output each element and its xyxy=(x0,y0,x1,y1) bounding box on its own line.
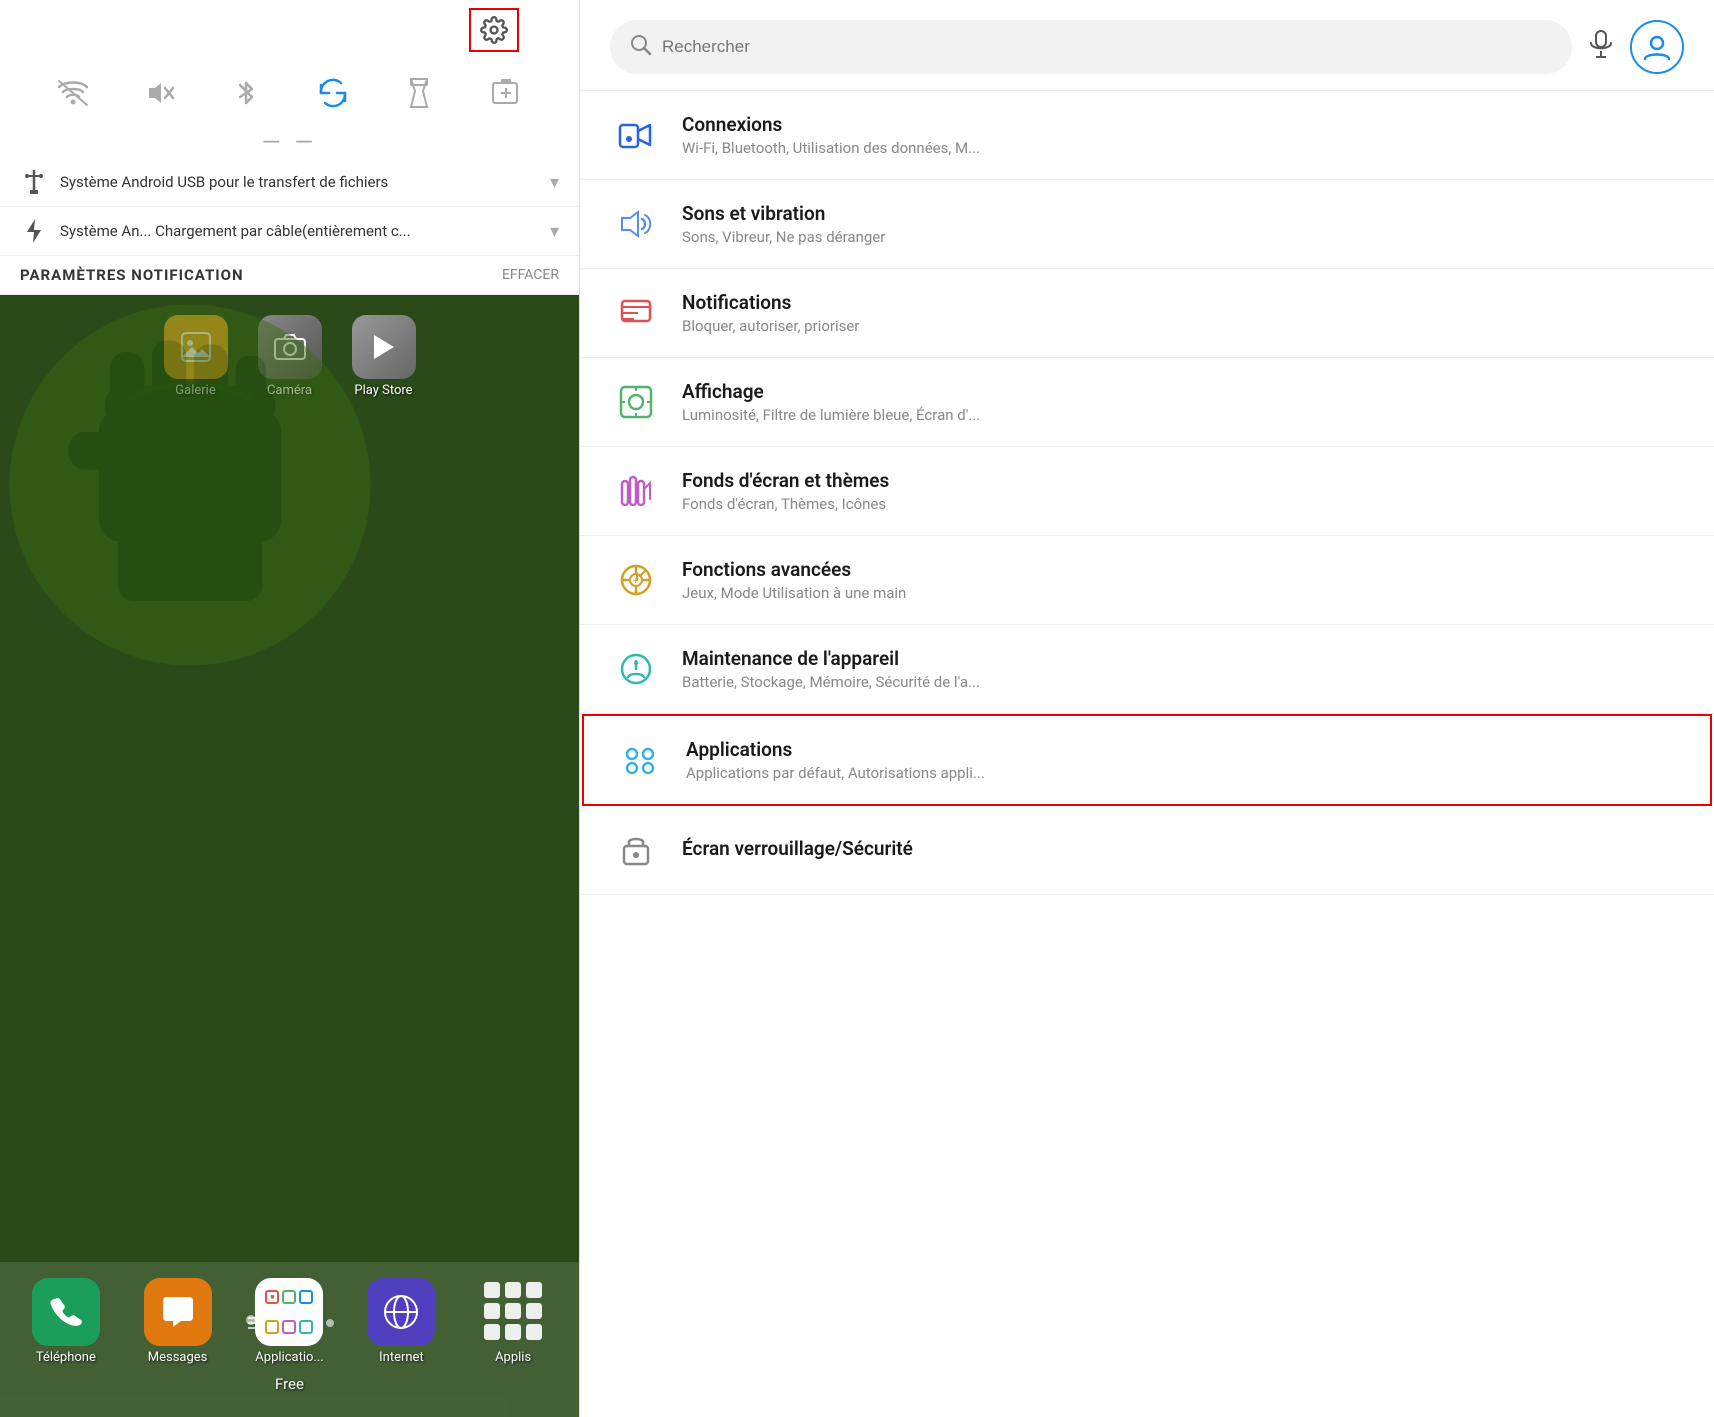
affichage-title: Affichage xyxy=(682,380,1684,403)
notifications-title: Notifications xyxy=(682,291,1684,314)
fonds-title: Fonds d'écran et thèmes xyxy=(682,469,1684,492)
internet-app[interactable]: Internet xyxy=(367,1278,435,1365)
charging-notif-arrow: ▾ xyxy=(550,221,559,242)
notifications-text: Notifications Bloquer, autoriser, priori… xyxy=(682,291,1684,335)
notif-header-title: PARAMÈTRES NOTIFICATION xyxy=(20,266,244,284)
charging-notif-text: Système An... Chargement par câble(entiè… xyxy=(60,222,550,240)
telephone-icon xyxy=(32,1278,100,1346)
applications-icon: ■ xyxy=(255,1278,323,1346)
sons-subtitle: Sons, Vibreur, Ne pas déranger xyxy=(682,228,1684,246)
maintenance-subtitle: Batterie, Stockage, Mémoire, Sécurité de… xyxy=(682,673,1684,691)
search-box[interactable] xyxy=(610,20,1572,74)
settings-item-maintenance[interactable]: Maintenance de l'appareil Batterie, Stoc… xyxy=(580,625,1714,714)
mic-button[interactable] xyxy=(1588,29,1614,65)
affichage-subtitle: Luminosité, Filtre de lumière bleue, Écr… xyxy=(682,406,1684,424)
settings-item-affichage[interactable]: Affichage Luminosité, Filtre de lumière … xyxy=(580,358,1714,447)
usb-notif-text: Système Android USB pour le transfert de… xyxy=(60,173,550,191)
settings-item-fonds[interactable]: Fonds d'écran et thèmes Fonds d'écran, T… xyxy=(580,447,1714,536)
avatar-button[interactable] xyxy=(1630,20,1684,74)
applicatio-label: Applicatio... xyxy=(255,1350,323,1365)
left-panel: — — Système Android USB pour le transfer… xyxy=(0,0,580,1417)
dock-row: Téléphone Messages ■ xyxy=(10,1272,569,1371)
search-input[interactable] xyxy=(662,37,1552,57)
ecran-title: Écran verrouillage/Sécurité xyxy=(682,837,1684,860)
wifi-icon[interactable] xyxy=(48,68,98,118)
fonds-subtitle: Fonds d'écran, Thèmes, Icônes xyxy=(682,495,1684,513)
internet-label: Internet xyxy=(379,1350,424,1365)
flashlight-icon[interactable] xyxy=(394,68,444,118)
notifications-icon-wrap xyxy=(610,287,662,339)
applications-title: Applications xyxy=(686,738,1680,761)
settings-list: Connexions Wi-Fi, Bluetooth, Utilisation… xyxy=(580,91,1714,1417)
settings-item-ecran[interactable]: Écran verrouillage/Sécurité xyxy=(580,806,1714,895)
ecran-text: Écran verrouillage/Sécurité xyxy=(682,837,1684,863)
fonds-text: Fonds d'écran et thèmes Fonds d'écran, T… xyxy=(682,469,1684,513)
ecran-icon-wrap xyxy=(610,824,662,876)
connexions-subtitle: Wi-Fi, Bluetooth, Utilisation des donnée… xyxy=(682,139,1684,157)
usb-icon xyxy=(20,168,48,196)
connexions-text: Connexions Wi-Fi, Bluetooth, Utilisation… xyxy=(682,113,1684,157)
fonctions-subtitle: Jeux, Mode Utilisation à une main xyxy=(682,584,1684,602)
applications-app[interactable]: ■ Applicatio... xyxy=(255,1278,323,1365)
usb-notification[interactable]: Système Android USB pour le transfert de… xyxy=(0,158,579,207)
connexions-title: Connexions xyxy=(682,113,1684,136)
fonctions-text: Fonctions avancées Jeux, Mode Utilisatio… xyxy=(682,558,1684,602)
affichage-text: Affichage Luminosité, Filtre de lumière … xyxy=(682,380,1684,424)
phone-dock: Téléphone Messages ■ xyxy=(0,1262,579,1417)
notifications-subtitle: Bloquer, autoriser, prioriser xyxy=(682,317,1684,335)
phone-home: Galerie Caméra Play Stor xyxy=(0,295,579,1417)
notif-header: PARAMÈTRES NOTIFICATION EFFACER xyxy=(0,256,579,295)
settings-item-connexions[interactable]: Connexions Wi-Fi, Bluetooth, Utilisation… xyxy=(580,91,1714,180)
messages-label: Messages xyxy=(148,1350,208,1365)
clear-button[interactable]: EFFACER xyxy=(502,267,559,283)
right-panel: Connexions Wi-Fi, Bluetooth, Utilisation… xyxy=(580,0,1714,1417)
search-bar-row xyxy=(580,0,1714,91)
messages-app[interactable]: Messages xyxy=(144,1278,212,1365)
telephone-app[interactable]: Téléphone xyxy=(32,1278,100,1365)
wallpaper-fist xyxy=(0,295,380,675)
connexions-icon-wrap xyxy=(610,109,662,161)
settings-item-applications[interactable]: Applications Applications par défaut, Au… xyxy=(582,714,1712,806)
maintenance-text: Maintenance de l'appareil Batterie, Stoc… xyxy=(682,647,1684,691)
settings-item-sons[interactable]: Sons et vibration Sons, Vibreur, Ne pas … xyxy=(580,180,1714,269)
status-bar xyxy=(0,0,579,60)
sons-text: Sons et vibration Sons, Vibreur, Ne pas … xyxy=(682,202,1684,246)
fonds-icon-wrap xyxy=(610,465,662,517)
maintenance-icon-wrap xyxy=(610,643,662,695)
applications-text: Applications Applications par défaut, Au… xyxy=(686,738,1680,782)
battery-save-icon[interactable] xyxy=(481,68,531,118)
fonctions-icon-wrap: + xyxy=(610,554,662,606)
sons-title: Sons et vibration xyxy=(682,202,1684,225)
sync-icon[interactable] xyxy=(308,68,358,118)
charging-notification[interactable]: Système An... Chargement par câble(entiè… xyxy=(0,207,579,256)
applis-icon xyxy=(479,1278,547,1346)
sons-icon-wrap xyxy=(610,198,662,250)
applis-label: Applis xyxy=(495,1350,531,1365)
usb-notif-arrow: ▾ xyxy=(550,172,559,193)
charging-icon xyxy=(20,217,48,245)
mute-icon[interactable] xyxy=(135,68,185,118)
search-icon xyxy=(630,34,652,61)
free-label: Free xyxy=(10,1371,569,1397)
settings-item-fonctions[interactable]: + Fonctions avancées Jeux, Mode Utilisat… xyxy=(580,536,1714,625)
affichage-icon-wrap xyxy=(610,376,662,428)
gear-button[interactable] xyxy=(469,8,519,52)
applis-app[interactable]: Applis xyxy=(479,1278,547,1365)
fonctions-title: Fonctions avancées xyxy=(682,558,1684,581)
telephone-label: Téléphone xyxy=(36,1350,96,1365)
quick-icons-row xyxy=(0,60,579,126)
applications-icon-wrap xyxy=(614,734,666,786)
applications-subtitle: Applications par défaut, Autorisations a… xyxy=(686,764,1680,782)
internet-icon xyxy=(367,1278,435,1346)
settings-item-notifications[interactable]: Notifications Bloquer, autoriser, priori… xyxy=(580,269,1714,358)
maintenance-title: Maintenance de l'appareil xyxy=(682,647,1684,670)
svg-text:+: + xyxy=(633,577,638,587)
bluetooth-icon[interactable] xyxy=(221,68,271,118)
messages-icon xyxy=(144,1278,212,1346)
drag-handle: — — xyxy=(0,126,579,158)
